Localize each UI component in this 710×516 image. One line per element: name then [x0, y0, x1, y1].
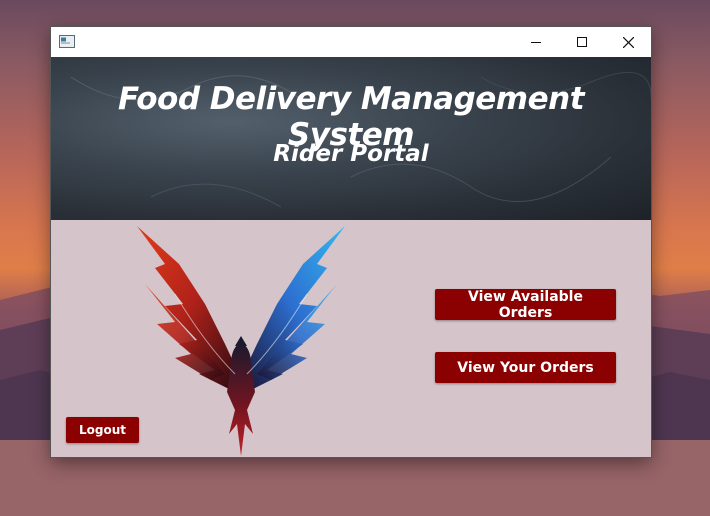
close-icon: [622, 36, 634, 48]
app-window-icon: [59, 35, 75, 48]
title-bar: [51, 27, 651, 57]
app-window: Food Delivery Management System Rider Po…: [51, 27, 651, 457]
portal-subtitle: Rider Portal: [273, 141, 429, 167]
minimize-icon: [531, 42, 541, 43]
view-available-orders-button[interactable]: View Available Orders: [435, 289, 616, 321]
maximize-button[interactable]: [559, 27, 605, 57]
logout-button[interactable]: Logout: [66, 417, 139, 443]
close-button[interactable]: [605, 27, 651, 57]
main-panel: View Available Orders View Your Orders L…: [51, 220, 651, 457]
minimize-button[interactable]: [513, 27, 559, 57]
phoenix-bird-logo: [137, 226, 345, 456]
maximize-icon: [577, 37, 587, 47]
header-banner: Food Delivery Management System Rider Po…: [51, 57, 651, 220]
view-your-orders-button[interactable]: View Your Orders: [435, 352, 616, 383]
